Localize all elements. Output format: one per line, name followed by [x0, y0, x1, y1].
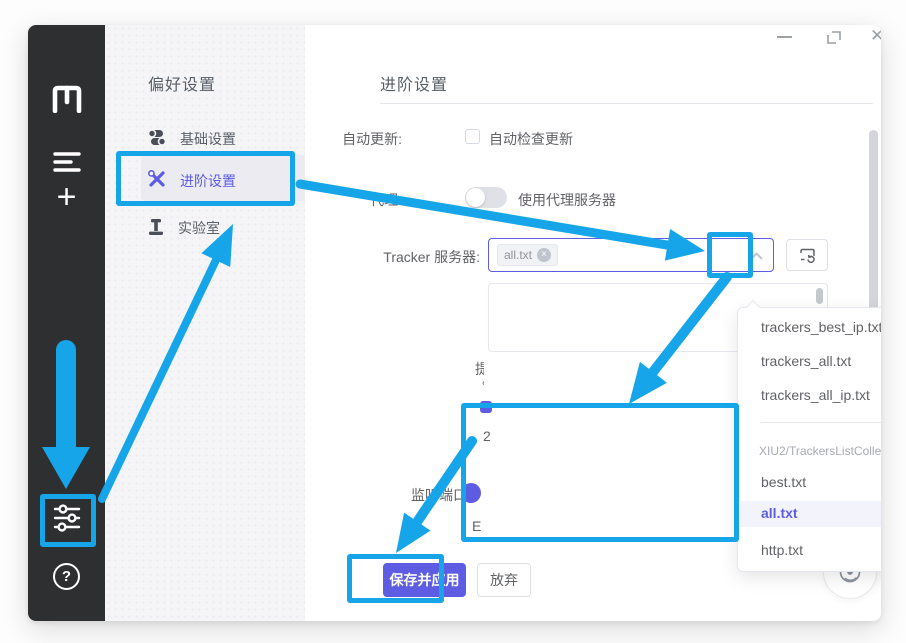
save-apply-button[interactable]: 保存并应用 [383, 563, 466, 597]
tag-remove-icon[interactable]: × [537, 248, 551, 262]
lab-stamp-icon [148, 219, 164, 238]
letter-fragment: E [472, 518, 481, 534]
dropdown-option-selected[interactable]: all.txt [761, 505, 798, 521]
dropdown-option[interactable]: http.txt [761, 542, 803, 558]
task-list-icon[interactable] [28, 151, 105, 173]
preferences-nav: 偏好设置 基础设置 [105, 25, 305, 621]
dropdown-option[interactable]: trackers_best_ip.txt [761, 319, 881, 335]
chevron-up-icon[interactable] [750, 252, 763, 260]
toggles-icon [148, 129, 166, 149]
prefs-title: 偏好设置 [148, 71, 216, 95]
sync-icon [799, 248, 816, 263]
nav-item-label: 实验室 [178, 218, 220, 238]
tracker-label: Tracker 服务器: [370, 247, 480, 267]
help-icon[interactable]: ? [28, 563, 105, 590]
dropdown-option[interactable]: trackers_all.txt [761, 353, 851, 369]
proxy-toggle[interactable] [465, 187, 507, 208]
help-text-fragment: 〈 [476, 375, 484, 391]
nav-item-label: 基础设置 [180, 129, 236, 149]
nav-item-label: 进阶设置 [180, 171, 236, 191]
page-title: 进阶设置 [380, 71, 448, 95]
auto-update-label: 自动更新: [292, 129, 402, 149]
dropdown-group-label: XIU2/TrackersListCollection [759, 444, 881, 458]
dropdown-option[interactable]: trackers_all_ip.txt [761, 387, 870, 403]
app-window: + ? 偏好设置 [28, 25, 881, 621]
settings-panel: ✕ 进阶设置 自动更新: 自动检查更新 代理: 使用代理服务器 Tracker … [305, 25, 881, 621]
tag-label: all.txt [504, 248, 532, 262]
nav-item-lab[interactable]: 实验室 [148, 218, 220, 238]
maximize-button[interactable] [827, 30, 842, 50]
motrix-logo [28, 85, 105, 113]
nav-item-basic[interactable]: 基础设置 [148, 129, 236, 149]
selected-tracker-tag: all.txt × [497, 244, 558, 266]
add-task-icon[interactable]: + [28, 180, 105, 214]
tracker-dropdown: trackers_best_ip.txt trackers_all.txt tr… [737, 307, 881, 572]
preferences-icon[interactable] [28, 503, 105, 533]
app-sidebar: + ? [28, 25, 105, 621]
textarea-scrollbar[interactable] [816, 288, 823, 304]
screen: + ? 偏好设置 [0, 0, 906, 643]
close-button[interactable]: ✕ [870, 26, 881, 46]
tools-icon [148, 170, 166, 191]
auto-update-checkbox[interactable] [465, 129, 480, 144]
proxy-switch-label: 使用代理服务器 [518, 190, 616, 210]
proxy-label: 代理: [292, 190, 402, 210]
minimize-button[interactable] [777, 36, 792, 38]
nav-item-advanced[interactable]: 进阶设置 [148, 170, 236, 191]
dropdown-option[interactable]: best.txt [761, 474, 806, 490]
tracker-select[interactable]: all.txt × [488, 238, 774, 272]
number-fragment: 2 [483, 428, 491, 444]
toggle-knob [466, 188, 485, 207]
auto-update-checkbox-label[interactable]: 自动检查更新 [489, 129, 573, 149]
dropdown-divider [761, 422, 881, 423]
discard-button[interactable]: 放弃 [477, 563, 531, 597]
port-button-fragment [461, 483, 481, 503]
sync-trackers-button[interactable] [786, 239, 828, 271]
listen-port-label: 监听端口 [411, 485, 467, 505]
checked-checkbox-fragment [480, 401, 492, 413]
title-divider [380, 103, 873, 104]
